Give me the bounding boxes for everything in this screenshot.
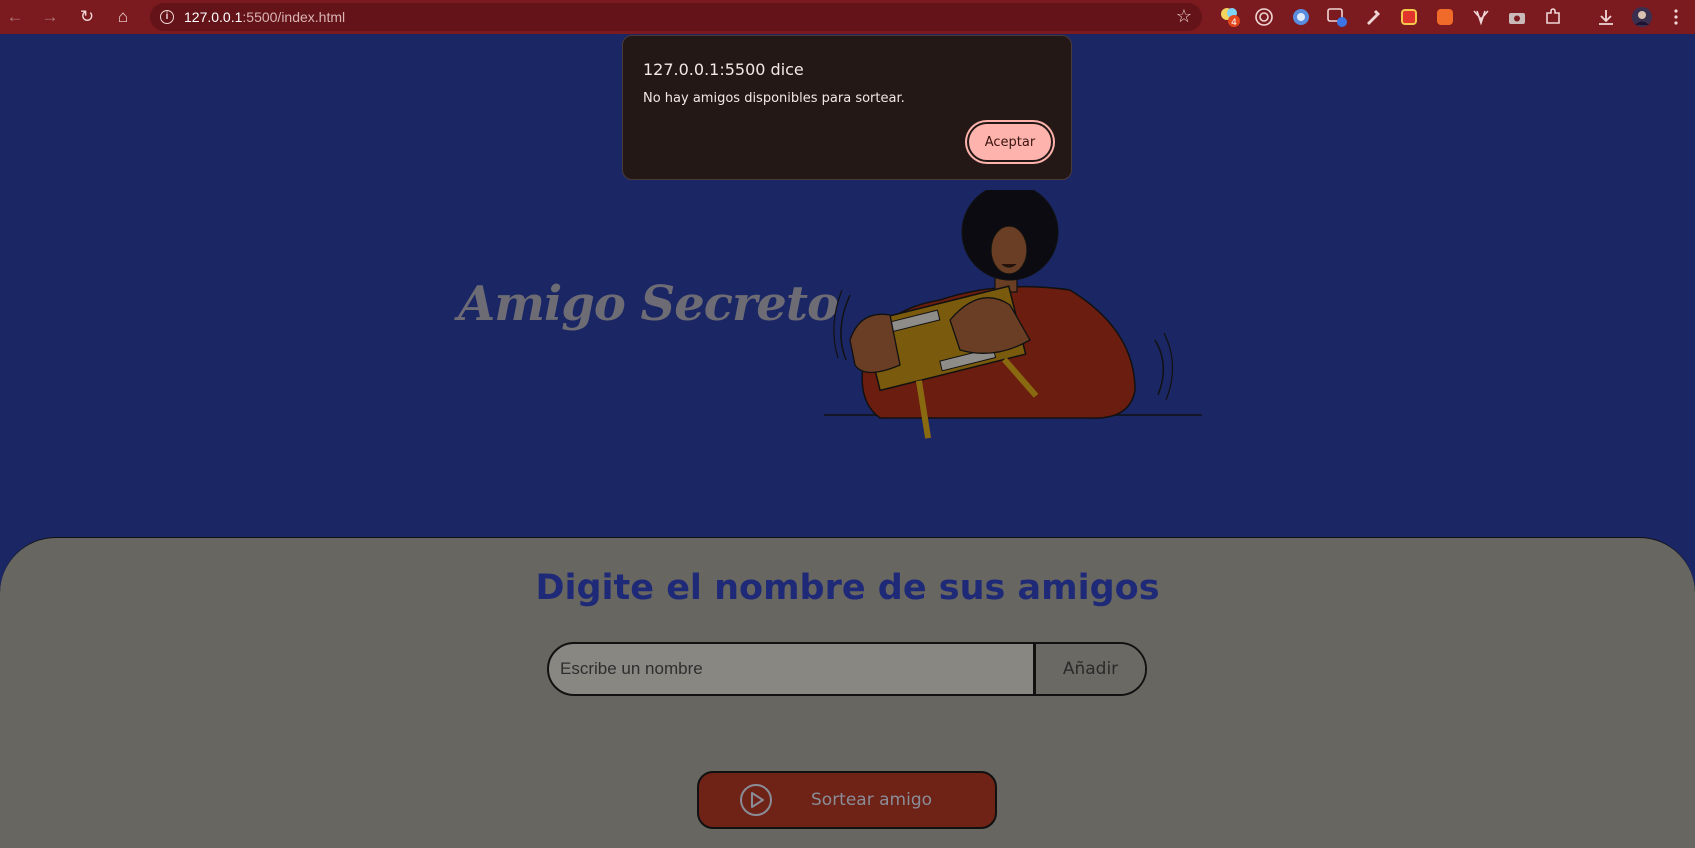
- reload-icon[interactable]: ↻: [76, 6, 98, 28]
- dialog-title: 127.0.0.1:5500 dice: [643, 60, 804, 79]
- person-with-gift-illustration: [824, 190, 1202, 439]
- draw-button-label: Sortear amigo: [811, 790, 933, 810]
- add-button[interactable]: Añadir: [1033, 644, 1145, 694]
- accept-button[interactable]: Aceptar: [967, 122, 1053, 162]
- extension-camera-icon[interactable]: [1506, 6, 1528, 28]
- url-host: 127.0.0.1: [184, 9, 243, 25]
- section-title: Digite el nombre de sus amigos: [535, 568, 1160, 608]
- extensions-puzzle-icon[interactable]: [1542, 6, 1564, 28]
- extension-link-icon[interactable]: [1434, 6, 1456, 28]
- extension-orb-icon[interactable]: [1290, 6, 1312, 28]
- friend-name-input[interactable]: [549, 644, 1033, 694]
- extension-fan-icon[interactable]: [1470, 6, 1492, 28]
- extension-badge: 4: [1231, 18, 1237, 28]
- dialog-message: No hay amigos disponibles para sortear.: [643, 91, 905, 106]
- name-input-group: Añadir: [547, 642, 1147, 696]
- profile-avatar-icon[interactable]: [1631, 6, 1653, 28]
- draw-friend-button[interactable]: Sortear amigo: [697, 771, 997, 829]
- page-title: Amigo Secreto: [458, 276, 839, 332]
- back-icon[interactable]: ←: [4, 6, 26, 28]
- home-icon[interactable]: ⌂: [112, 6, 134, 28]
- extension-picker-icon[interactable]: [1362, 6, 1384, 28]
- extension-target-icon[interactable]: [1253, 6, 1275, 28]
- extension-window-icon[interactable]: [1326, 6, 1348, 28]
- forward-icon[interactable]: →: [39, 6, 61, 28]
- extension-shield-icon[interactable]: [1398, 6, 1420, 28]
- browser-toolbar: ← → ↻ ⌂ i 127.0.0.1:5500/index.html ☆ 4: [0, 0, 1695, 34]
- star-icon[interactable]: ☆: [1176, 6, 1192, 27]
- kebab-menu-icon[interactable]: [1665, 6, 1687, 28]
- alert-dialog: 127.0.0.1:5500 dice No hay amigos dispon…: [622, 35, 1072, 180]
- download-icon[interactable]: [1595, 6, 1617, 28]
- url-path: :5500/index.html: [242, 9, 346, 25]
- info-icon[interactable]: i: [160, 10, 174, 24]
- play-circle-icon: [740, 784, 772, 816]
- address-bar[interactable]: i 127.0.0.1:5500/index.html ☆: [150, 3, 1202, 31]
- extension-bulb-icon[interactable]: 4: [1219, 6, 1241, 28]
